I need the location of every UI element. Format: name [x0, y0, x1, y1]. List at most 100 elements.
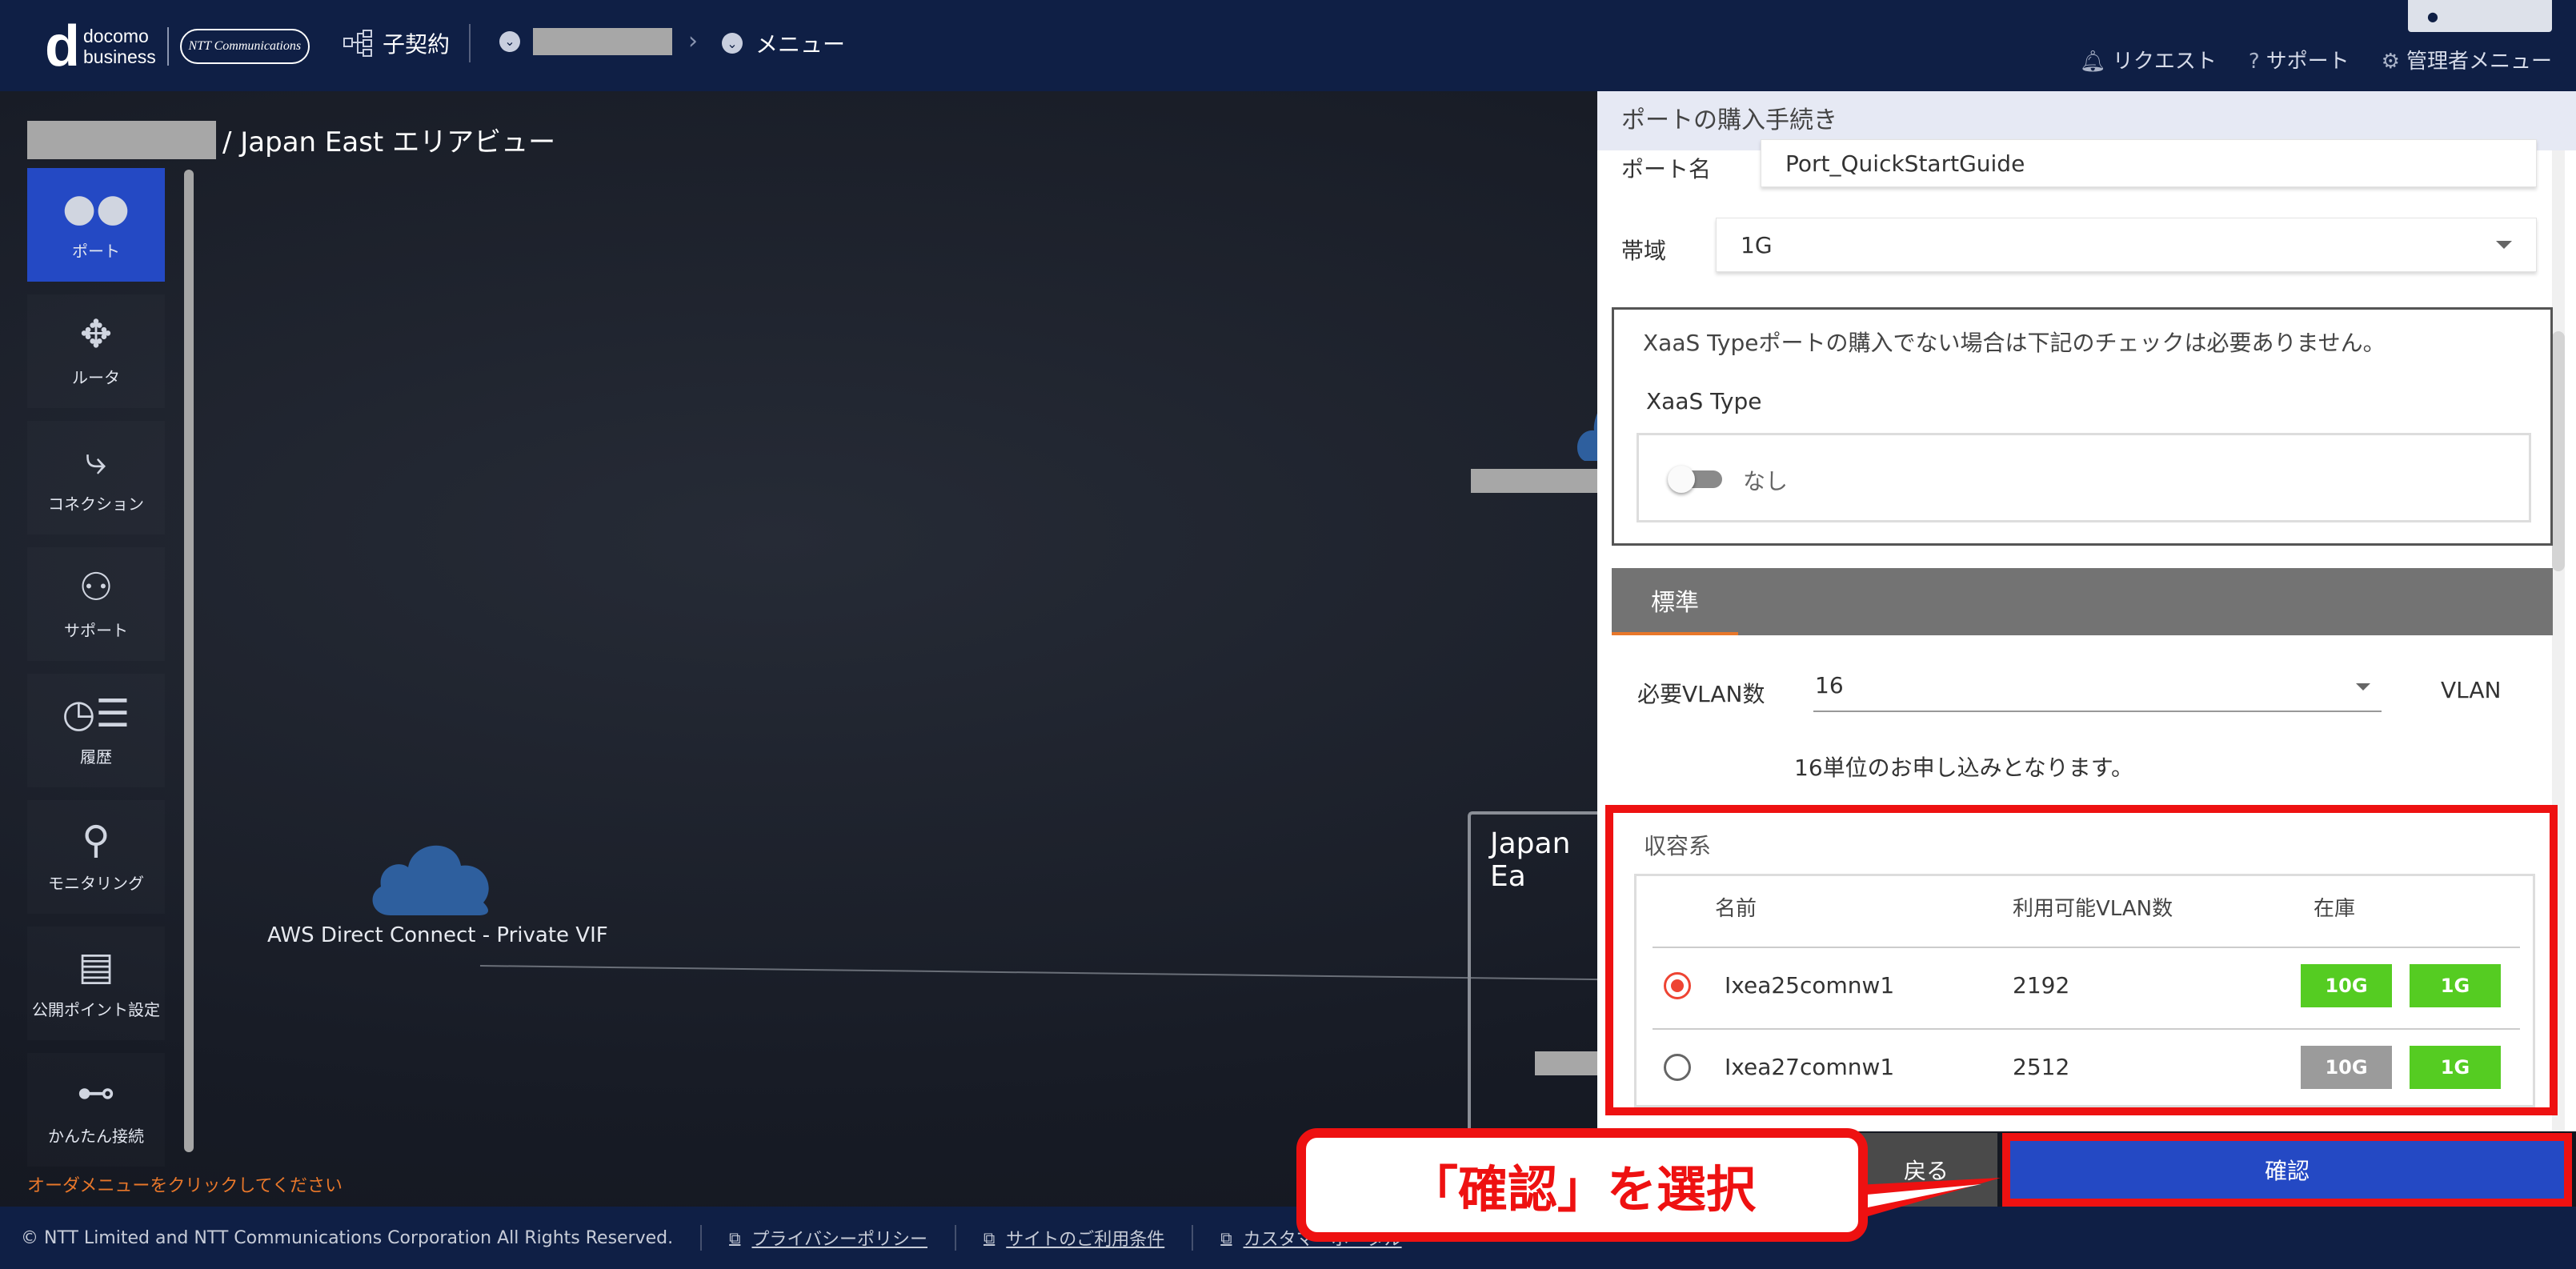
external-link-icon: ⧉ [983, 1228, 996, 1247]
contract-breadcrumb[interactable]: ⌄ › [499, 27, 714, 55]
system-selection-highlight: ⑤ 収容系 名前 利用可能VLAN数 在庫 Ixea25comnw1 2192 … [1605, 805, 2558, 1115]
sidebar-item-easy-connect[interactable]: ⊷ かんたん接続 [27, 1053, 165, 1167]
sidebar-item-connection[interactable]: ⤷ コネクション [27, 421, 165, 534]
instruction-callout: 「確認」を選択 [1296, 1128, 1868, 1242]
column-header-name: 名前 [1715, 897, 1757, 921]
sidebar-item-history[interactable]: ◷☰ 履歴 [27, 674, 165, 787]
masked-contract-prefix [27, 120, 216, 159]
external-link-icon: ⧉ [1220, 1228, 1232, 1247]
logo-divider [166, 27, 169, 66]
masked-contract-name [533, 27, 672, 55]
sidebar-scrollbar[interactable] [184, 170, 194, 1152]
bandwidth-label: 帯域 [1621, 238, 1667, 264]
public-point-icon: ▤ [78, 943, 114, 989]
connection-line[interactable] [479, 965, 1600, 981]
order-menu-hint: オーダメニューをクリックしてください [27, 1176, 343, 1196]
chevron-down-icon: ⌄ [722, 33, 743, 54]
admin-menu-link[interactable]: ⚙ 管理者メニュー [2382, 45, 2552, 74]
caret-down-icon [2356, 683, 2370, 691]
row-radio[interactable] [1664, 1054, 1691, 1081]
row-name: Ixea25comnw1 [1725, 972, 1895, 999]
support-link[interactable]: ? サポート [2249, 45, 2350, 74]
chevron-down-icon: ⌄ [499, 30, 520, 52]
column-header-vlans: 利用可能VLAN数 [2013, 897, 2173, 921]
history-icon: ◷☰ [62, 691, 130, 736]
cloud-icon[interactable] [367, 829, 496, 917]
table-divider [1653, 1028, 2520, 1030]
user-icon: ● [2427, 8, 2438, 24]
bandwidth-select[interactable]: 1G [1716, 218, 2537, 272]
help-icon: ? [2248, 50, 2260, 74]
docomo-business-logo[interactable]: d docomo business NTT Communications [45, 18, 310, 75]
sidebar-item-port[interactable]: ●● ポート [27, 168, 165, 282]
xaas-toggle-label: なし [1743, 468, 1789, 494]
stock-badge-10g: 10G [2301, 964, 2392, 1007]
aws-direct-connect-label: AWS Direct Connect - Private VIF [267, 923, 608, 947]
row-radio-selected[interactable] [1664, 972, 1691, 999]
copyright-text: © NTT Limited and NTT Communications Cor… [21, 1227, 674, 1248]
stock-badge-10g: 10G [2301, 1046, 2392, 1089]
request-link[interactable]: 🔔︎ リクエスト [2080, 45, 2217, 74]
vlan-note: 16単位のお申し込みとなります。 [1794, 755, 2133, 781]
menu-label: メニュー [755, 31, 846, 58]
system-label: 収容系 [1644, 833, 1712, 859]
xaas-toggle-box: なし [1637, 433, 2531, 522]
xaas-type-title: XaaS Type [1646, 388, 1762, 414]
docomo-d-mark: d [45, 14, 80, 78]
support-icon: ⚇ [78, 564, 114, 610]
ntt-communications-logo: NTT Communications [179, 29, 310, 64]
xaas-type-toggle[interactable] [1668, 466, 1724, 493]
column-header-stock: 在庫 [2314, 897, 2356, 921]
easy-connect-icon: ⊷ [77, 1070, 115, 1115]
footer: © NTT Limited and NTT Communications Cor… [0, 1207, 2576, 1269]
external-link-icon: ⧉ [729, 1228, 741, 1247]
header-links: 🔔︎ リクエスト ? サポート ⚙ 管理者メニュー [2080, 45, 2552, 74]
area-title: Japan Ea [1490, 827, 1571, 893]
nav-divider [469, 24, 471, 62]
sidebar-item-monitoring[interactable]: ⚲ モニタリング [27, 800, 165, 914]
vlan-count-label: 必要VLAN数 [1637, 681, 1765, 707]
monitoring-icon: ⚲ [82, 817, 110, 863]
top-header: d docomo business NTT Communications 子契約… [0, 0, 2576, 91]
logo-business-text: business [82, 46, 156, 67]
sidebar-item-support[interactable]: ⚇ サポート [27, 547, 165, 661]
connection-icon: ⤷ [85, 438, 107, 483]
sidebar-item-public-point[interactable]: ▤ 公開ポイント設定 [27, 927, 165, 1040]
xaas-note: XaaS Typeポートの購入でない場合は下記のチェックは必要ありません。 [1643, 330, 2386, 356]
vlan-count-select[interactable]: 16 [1813, 672, 2382, 712]
confirm-button[interactable]: 確認 [2002, 1133, 2572, 1207]
caret-down-icon [2496, 241, 2512, 249]
contract-nav[interactable]: 子契約 [343, 27, 450, 59]
row-vlans: 2192 [2013, 972, 2070, 999]
vlan-unit: VLAN [2441, 677, 2502, 703]
logo-docomo-text: docomo [82, 26, 149, 46]
menu-nav[interactable]: ⌄ メニュー [722, 27, 845, 59]
bell-icon: 🔔︎ [2079, 50, 2106, 74]
port-name-label: ポート名 [1621, 156, 1712, 182]
row-name: Ixea27comnw1 [1725, 1054, 1895, 1080]
tree-icon [343, 30, 372, 57]
user-account-button[interactable]: ● [2408, 0, 2552, 32]
gear-icon: ⚙ [2381, 50, 2400, 74]
stock-badge-1g: 1G [2410, 964, 2501, 1007]
area-box[interactable]: Japan Ea [1468, 811, 1615, 1155]
port-purchase-panel: ポートの購入手続き ポート名 Port_QuickStartGuide 帯域 1… [1597, 91, 2576, 1131]
router-icon: ✥ [79, 311, 113, 357]
sidebar-item-router[interactable]: ✥ ルータ [27, 294, 165, 408]
table-divider [1653, 947, 2520, 948]
contract-label: 子契約 [383, 31, 451, 58]
sidebar: ●● ポート ✥ ルータ ⤷ コネクション ⚇ サポート ◷☰ 履歴 ⚲ モニタ… [27, 168, 165, 1179]
port-name-input[interactable]: Port_QuickStartGuide [1761, 139, 2537, 187]
plan-tab-bar: 標準 [1612, 568, 2553, 635]
terms-of-use-link[interactable]: ⧉ サイトのご利用条件 [954, 1225, 1164, 1251]
callout-text: 「確認」を選択 [1408, 1160, 1756, 1219]
row-vlans: 2512 [2013, 1054, 2070, 1080]
masked-node-label [1471, 469, 1599, 493]
chevron-right-icon: › [688, 27, 698, 55]
xaas-type-section: XaaS Typeポートの購入でない場合は下記のチェックは必要ありません。 Xa… [1612, 307, 2553, 546]
panel-scrollbar-thumb[interactable] [2552, 331, 2565, 571]
tab-standard[interactable]: 標準 [1612, 568, 1738, 635]
privacy-policy-link[interactable]: ⧉ プライバシーポリシー [700, 1225, 927, 1251]
page-title: / Japan East エリアビュー [27, 120, 555, 159]
system-table: 名前 利用可能VLAN数 在庫 Ixea25comnw1 2192 10G 1G… [1634, 874, 2535, 1107]
